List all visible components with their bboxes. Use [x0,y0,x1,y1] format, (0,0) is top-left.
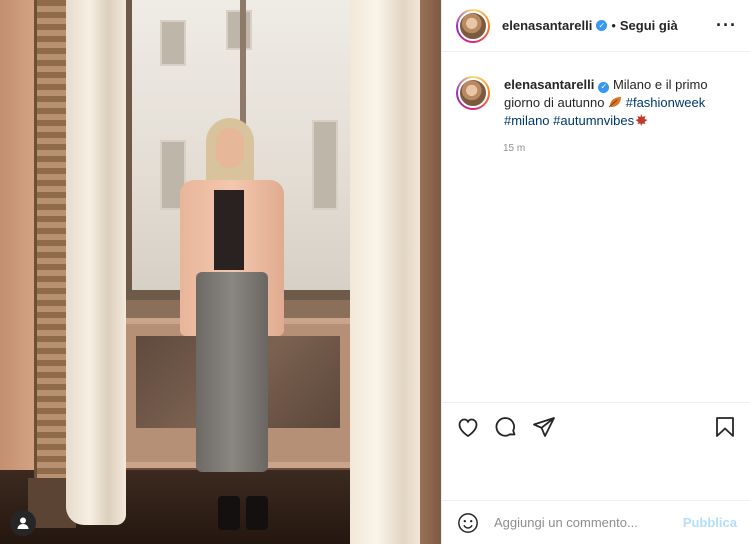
person-shoe [246,496,268,530]
caption-username[interactable]: elenasantarelli [504,77,594,92]
fallen-leaf-emoji [608,97,622,108]
bookmark-icon[interactable] [713,415,737,439]
comment-input[interactable] [494,515,674,530]
caption-text: elenasantarelli ✓ Milano e il primo giorn… [504,76,741,130]
tagged-user-icon[interactable] [10,510,36,536]
person-shoe [218,496,240,530]
heart-icon[interactable] [456,415,480,439]
caption-comment: elenasantarelli ✓ Milano e il primo giorn… [456,76,741,130]
maple-leaf-emoji [635,114,648,126]
more-horizontal-icon[interactable]: ··· [716,15,737,36]
avatar[interactable] [456,8,490,43]
add-comment-bar: Pubblica [442,500,750,544]
post-sidebar: elenasantarelli ✓ • Segui già ··· elenas… [441,0,750,544]
hashtag-link[interactable]: #fashionweek [626,95,706,110]
hashtag-link[interactable]: #autumnvibes [553,113,634,128]
timestamp[interactable]: 15 m [503,143,525,154]
action-bar [442,402,750,450]
avatar[interactable] [456,76,490,110]
share-icon[interactable] [532,415,556,439]
building-window [160,20,186,66]
separator-dot: • [611,18,616,33]
person-face [216,128,244,168]
post-photo[interactable] [0,0,441,544]
verified-badge-icon: ✓ [598,81,610,93]
header-username[interactable]: elenasantarelli [502,18,592,33]
building-window [312,120,338,210]
wall-right [420,0,441,544]
curtain-left [66,0,126,525]
hashtag-link[interactable]: #milano [504,113,550,128]
follow-button[interactable]: Segui già [620,18,678,33]
verified-badge-icon: ✓ [596,20,608,31]
person-jeans [196,272,268,472]
gilded-pilaster [34,0,70,520]
publish-button[interactable]: Pubblica [683,515,737,530]
person-top [214,190,244,270]
post-header: elenasantarelli ✓ • Segui già ··· [442,0,750,52]
curtain-right [350,0,426,544]
building-window [226,10,252,50]
comment-icon[interactable] [494,415,518,439]
smiley-icon[interactable] [456,511,480,535]
